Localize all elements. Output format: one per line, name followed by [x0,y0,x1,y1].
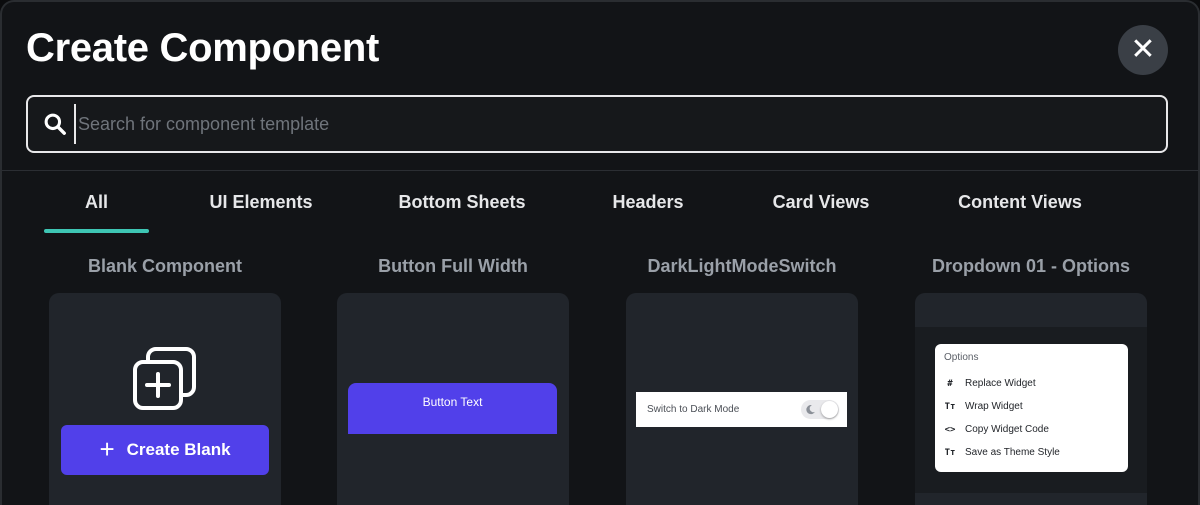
search-box[interactable] [26,95,1168,153]
grid-icon: # [947,378,953,389]
tab-headers[interactable]: Headers [593,192,703,218]
option-item: # Replace Widget [944,372,1119,395]
tab-ui-elements[interactable]: UI Elements [186,192,336,218]
toggle-preview [801,400,839,419]
toggle-knob [821,401,838,418]
options-menu-preview: Options # Replace Widget Tт Wrap Widget … [935,344,1128,472]
moon-icon [806,405,815,415]
code-icon: <> [944,424,956,435]
template-card-dropdown-options[interactable]: Options # Replace Widget Tт Wrap Widget … [915,293,1147,505]
close-icon: ✕ [1130,33,1156,66]
text-icon: Tт [944,447,956,458]
close-button[interactable]: ✕ [1118,25,1168,75]
option-item: <> Copy Widget Code [944,418,1119,441]
header-divider [2,170,1198,171]
option-item: Tт Wrap Widget [944,395,1119,418]
template-name-darklight-switch: DarkLightModeSwitch [647,256,837,276]
template-card-darklight-switch[interactable]: Switch to Dark Mode [626,293,858,505]
option-label: Save as Theme Style [965,447,1060,458]
tab-card-views[interactable]: Card Views [756,192,886,218]
tab-all[interactable]: All [44,192,149,218]
option-item: Tт Save as Theme Style [944,441,1119,464]
option-label: Copy Widget Code [965,424,1049,435]
plus-icon: + [99,433,115,464]
template-card-blank[interactable]: + Create Blank [49,293,281,505]
switch-preview-row: Switch to Dark Mode [636,392,847,427]
tab-bottom-sheets[interactable]: Bottom Sheets [382,192,542,218]
tab-content-views[interactable]: Content Views [941,192,1099,218]
dialog-title: Create Component [26,26,380,70]
create-blank-button[interactable]: + Create Blank [61,425,269,475]
button-preview: Button Text [348,383,557,434]
create-blank-label: Create Blank [126,440,231,459]
template-card-button-full-width[interactable]: Button Text [337,293,569,505]
option-label: Replace Widget [965,378,1036,389]
text-icon: Tт [944,401,956,412]
template-name-button-full-width: Button Full Width [378,256,528,276]
template-name-dropdown-options: Dropdown 01 - Options [932,256,1130,276]
options-title: Options [944,352,979,363]
search-input[interactable] [74,104,1166,144]
option-label: Wrap Widget [965,401,1023,412]
template-name-blank: Blank Component [87,256,242,276]
switch-preview-label: Switch to Dark Mode [647,404,740,415]
add-layers-icon [133,347,196,410]
active-tab-indicator [44,229,149,233]
search-icon [44,113,66,135]
create-component-dialog: Create Component ✕ All UI Elements Botto… [0,0,1200,505]
